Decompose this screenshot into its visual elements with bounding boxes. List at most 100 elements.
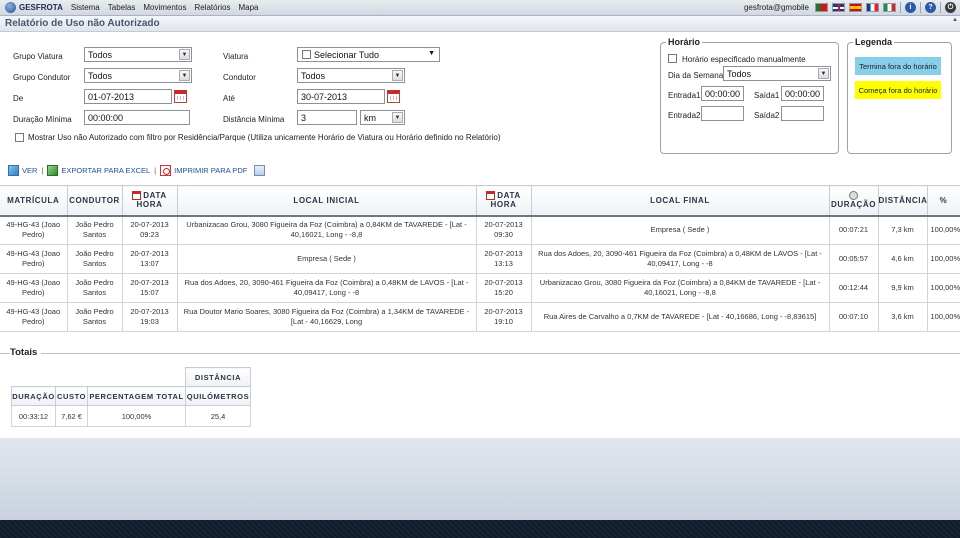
- cell-fim: 20-07-2013 09:30: [476, 215, 532, 245]
- report-toolbar: VER | EXPORTAR PARA EXCEL | IMPRIMIR PAR…: [8, 163, 266, 177]
- saida2-input[interactable]: [781, 106, 824, 121]
- flag-uk-icon[interactable]: [832, 3, 845, 12]
- col-data-hora-inicio[interactable]: DATA HORA: [122, 185, 178, 217]
- col-distancia[interactable]: DISTÂNCIA: [878, 185, 928, 217]
- col-percent[interactable]: %: [927, 185, 960, 217]
- condutor-select[interactable]: Todos ▼: [297, 68, 405, 83]
- table-row[interactable]: 49-HG-43 (Joao Pedro) João Pedro Santos …: [0, 244, 960, 274]
- divider: |: [41, 165, 44, 175]
- cell-matricula: 49-HG-43 (Joao Pedro): [0, 244, 68, 274]
- viatura-select-all-checkbox[interactable]: [302, 50, 311, 59]
- pdf-icon[interactable]: [160, 164, 172, 176]
- info-icon[interactable]: i: [905, 2, 916, 13]
- top-right-tools: gesfrota@gmobile i ? ⏻: [744, 2, 956, 13]
- grupo-viatura-select[interactable]: Todos ▼: [84, 47, 192, 62]
- help-icon[interactable]: ?: [925, 2, 936, 13]
- flag-italy-icon[interactable]: [883, 3, 896, 12]
- divider: [920, 2, 921, 13]
- flag-portugal-icon[interactable]: [815, 3, 828, 12]
- page-footer: [0, 438, 960, 520]
- horario-title: Horário: [668, 37, 701, 47]
- distancia-minima-input[interactable]: [297, 110, 357, 125]
- cell-percent: 100,00%: [927, 244, 960, 274]
- totals-header-row: DURAÇÃO CUSTO PERCENTAGEM TOTAL QUILÓMET…: [11, 386, 251, 406]
- col-duracao[interactable]: DURAÇÃO: [829, 185, 879, 217]
- cell-condutor: João Pedro Santos: [67, 244, 123, 274]
- totals-percentagem: 100,00%: [87, 405, 186, 427]
- cell-inicio: 20-07-2013 19:03: [122, 302, 178, 332]
- cell-local-inicial: Rua dos Adoes, 20, 3090-461 Figueira da …: [177, 273, 477, 303]
- divider: [940, 2, 941, 13]
- exportar-excel-link[interactable]: EXPORTAR PARA EXCEL: [61, 166, 150, 175]
- legenda-comeca-fora: Começa fora do horário: [855, 81, 941, 99]
- viatura-label: Viatura: [223, 52, 249, 61]
- cell-matricula: 49-HG-43 (Joao Pedro): [0, 302, 68, 332]
- table-row[interactable]: 49-HG-43 (Joao Pedro) João Pedro Santos …: [0, 215, 960, 245]
- email-icon[interactable]: [254, 164, 266, 176]
- cell-distancia: 3,6 km: [878, 302, 928, 332]
- horario-manual-checkbox[interactable]: [668, 54, 677, 63]
- menu-movimentos[interactable]: Movimentos: [143, 3, 186, 12]
- cell-local-inicial: Empresa ( Sede ): [177, 244, 477, 274]
- legenda-termina-fora: Termina fora do horário: [855, 57, 941, 75]
- table-row[interactable]: 49-HG-43 (Joao Pedro) João Pedro Santos …: [0, 302, 960, 332]
- chevron-down-icon: ▼: [392, 112, 403, 123]
- results-table: MATRÍCULA CONDUTOR DATA HORA LOCAL INICIA…: [0, 185, 960, 332]
- ate-label: Até: [223, 94, 236, 103]
- totals-empty-group: [11, 367, 186, 387]
- menu-mapa[interactable]: Mapa: [238, 3, 258, 12]
- col-matricula[interactable]: MATRÍCULA: [0, 185, 68, 217]
- scroll-up-icon[interactable]: ▲: [952, 17, 959, 24]
- view-icon[interactable]: [8, 164, 19, 176]
- distancia-unit-select[interactable]: km ▼: [360, 110, 405, 125]
- cell-duracao: 00:05:57: [829, 244, 879, 274]
- entrada2-input[interactable]: [701, 106, 744, 121]
- table-row[interactable]: 49-HG-43 (Joao Pedro) João Pedro Santos …: [0, 273, 960, 303]
- dia-semana-select[interactable]: Todos ▼: [723, 66, 831, 81]
- ver-link[interactable]: VER: [22, 166, 37, 175]
- user-name: gesfrota@gmobile: [743, 3, 809, 12]
- totals-col-percentagem: PERCENTAGEM TOTAL: [87, 386, 186, 406]
- totals-table: DISTÂNCIA DURAÇÃO CUSTO PERCENTAGEM TOTA…: [11, 367, 251, 427]
- cell-distancia: 7,3 km: [878, 215, 928, 245]
- cell-duracao: 00:07:21: [829, 215, 879, 245]
- mostrar-uso-checkbox[interactable]: [15, 133, 24, 142]
- menu-sistema[interactable]: Sistema: [71, 3, 100, 12]
- calendar-icon[interactable]: [174, 90, 187, 103]
- flag-france-icon[interactable]: [866, 3, 879, 12]
- menu-relatorios[interactable]: Relatórios: [194, 3, 230, 12]
- flag-spain-icon[interactable]: [849, 3, 862, 12]
- distancia-minima-label: Distância Mínima: [223, 115, 285, 124]
- cell-matricula: 49-HG-43 (Joao Pedro): [0, 215, 68, 245]
- duracao-minima-input[interactable]: [84, 110, 190, 125]
- cell-percent: 100,00%: [927, 215, 960, 245]
- cell-fim: 20-07-2013 13:13: [476, 244, 532, 274]
- cell-inicio: 20-07-2013 09:23: [122, 215, 178, 245]
- chevron-down-icon: ▼: [179, 49, 190, 60]
- cell-distancia: 9,9 km: [878, 273, 928, 303]
- grupo-condutor-label: Grupo Condutor: [13, 73, 71, 82]
- gesfrota-logo-icon: [5, 2, 16, 13]
- calendar-icon[interactable]: [387, 90, 400, 103]
- de-date-input[interactable]: [84, 89, 172, 104]
- logout-icon[interactable]: ⏻: [945, 2, 956, 13]
- table-header-row: MATRÍCULA CONDUTOR DATA HORA LOCAL INICIA…: [0, 185, 960, 217]
- viatura-value: Selecionar Tudo: [314, 49, 380, 60]
- saida1-input[interactable]: [781, 86, 824, 101]
- cell-fim: 20-07-2013 15:20: [476, 273, 532, 303]
- viatura-select[interactable]: Selecionar Tudo ▼: [297, 47, 440, 62]
- entrada1-input[interactable]: [701, 86, 744, 101]
- grupo-viatura-value: Todos: [88, 49, 113, 60]
- col-local-final[interactable]: LOCAL FINAL: [531, 185, 830, 217]
- col-condutor[interactable]: CONDUTOR: [67, 185, 123, 217]
- menu-tabelas[interactable]: Tabelas: [108, 3, 136, 12]
- imprimir-pdf-link[interactable]: IMPRIMIR PARA PDF: [174, 166, 247, 175]
- col-data-hora-fim[interactable]: DATA HORA: [476, 185, 532, 217]
- cell-condutor: João Pedro Santos: [67, 302, 123, 332]
- cell-local-inicial: Urbanizacao Grou, 3080 Figueira da Foz (…: [177, 215, 477, 245]
- col-local-inicial[interactable]: LOCAL INICIAL: [177, 185, 477, 217]
- totals-distancia-group: DISTÂNCIA: [185, 367, 251, 387]
- grupo-condutor-select[interactable]: Todos ▼: [84, 68, 192, 83]
- excel-icon[interactable]: [47, 164, 59, 176]
- ate-date-input[interactable]: [297, 89, 385, 104]
